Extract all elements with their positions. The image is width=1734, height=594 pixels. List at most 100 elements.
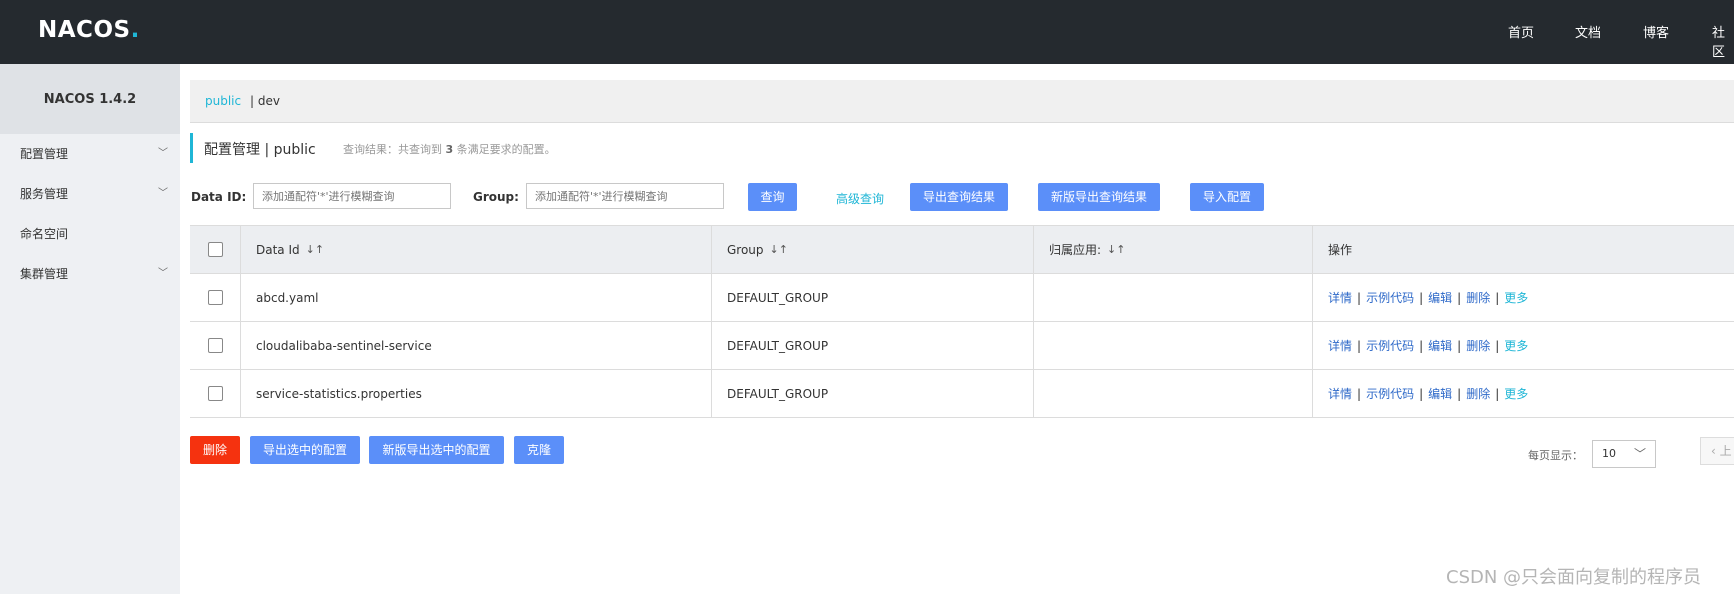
column-header: 归属应用: — [1049, 243, 1102, 257]
page-title-separator: | — [264, 142, 270, 158]
nav-home[interactable]: 首页 — [1508, 22, 1534, 41]
row-select-cell — [190, 274, 240, 321]
table-row: cloudalibaba-sentinel-service DEFAULT_GR… — [190, 322, 1734, 370]
header-select-cell — [190, 226, 240, 273]
more-link[interactable]: 更多 — [1504, 337, 1528, 354]
operations-cell: 详情 | 示例代码 | 编辑 | 删除 | 更多 — [1312, 322, 1734, 369]
operations-cell: 详情 | 示例代码 | 编辑 | 删除 | 更多 — [1312, 274, 1734, 321]
namespace-dev-link[interactable]: | dev — [250, 94, 280, 108]
group-search-input[interactable] — [526, 183, 724, 209]
export-selected-button[interactable]: 导出选中的配置 — [250, 436, 360, 464]
result-count: 3 — [445, 143, 454, 156]
nacos-logo[interactable]: NACOS. — [38, 17, 140, 43]
advanced-query-link[interactable]: 高级查询 — [836, 190, 884, 207]
details-link[interactable]: 详情 — [1328, 337, 1352, 354]
clone-button[interactable]: 克隆 — [514, 436, 564, 464]
header-data-id[interactable]: Data Id ↓↑ — [240, 226, 711, 273]
namespace-public-link[interactable]: public — [205, 94, 241, 108]
sidebar-item-service-management[interactable]: 服务管理 ﹀ — [0, 174, 180, 214]
row-checkbox[interactable] — [207, 386, 223, 401]
prev-page-button[interactable]: ‹ 上 — [1700, 437, 1734, 465]
logo-text-part2: OS — [93, 17, 131, 43]
header-app[interactable]: 归属应用: ↓↑ — [1033, 226, 1312, 273]
data-id-cell: service-statistics.properties — [240, 370, 711, 417]
new-export-selected-button[interactable]: 新版导出选中的配置 — [369, 436, 504, 464]
edit-link[interactable]: 编辑 — [1428, 337, 1452, 354]
row-select-cell — [190, 322, 240, 369]
more-link[interactable]: 更多 — [1504, 289, 1528, 306]
sample-code-link[interactable]: 示例代码 — [1366, 337, 1414, 354]
page-size-value: 10 — [1602, 447, 1616, 460]
column-header: Data Id — [256, 242, 300, 257]
sort-icon[interactable]: ↓↑ — [306, 243, 324, 256]
details-link[interactable]: 详情 — [1328, 385, 1352, 402]
sample-code-link[interactable]: 示例代码 — [1366, 289, 1414, 306]
table-header-row: Data Id ↓↑ Group ↓↑ 归属应用: ↓↑ 操作 — [190, 226, 1734, 274]
sidebar-item-config-management[interactable]: 配置管理 ﹀ — [0, 134, 180, 174]
logo-dot: . — [130, 17, 140, 43]
namespace-separator: | — [250, 94, 255, 108]
row-checkbox[interactable] — [207, 338, 223, 353]
sample-code-link[interactable]: 示例代码 — [1366, 385, 1414, 402]
prev-page-label: 上 — [1719, 444, 1732, 458]
column-header: Group — [727, 242, 764, 257]
app-cell — [1033, 322, 1312, 369]
app-cell — [1033, 274, 1312, 321]
group-cell: DEFAULT_GROUP — [711, 322, 1033, 369]
page-title-text: 配置管理 — [204, 142, 260, 158]
row-checkbox[interactable] — [207, 290, 223, 305]
nav-docs[interactable]: 文档 — [1575, 22, 1601, 41]
group-label: Group: — [473, 190, 519, 204]
page-title-bar: 配置管理 | public 查询结果：共查询到 3 条满足要求的配置。 — [190, 133, 556, 163]
export-query-results-button[interactable]: 导出查询结果 — [910, 183, 1008, 211]
sort-icon[interactable]: ↓↑ — [1107, 243, 1125, 256]
select-all-checkbox[interactable] — [207, 242, 223, 257]
data-id-cell: cloudalibaba-sentinel-service — [240, 322, 711, 369]
sidebar-item-namespace[interactable]: 命名空间 — [0, 214, 180, 254]
group-cell: DEFAULT_GROUP — [711, 370, 1033, 417]
page-size-select[interactable]: 10 ﹀ — [1592, 440, 1656, 468]
app-cell — [1033, 370, 1312, 417]
operations-cell: 详情 | 示例代码 | 编辑 | 删除 | 更多 — [1312, 370, 1734, 417]
more-link[interactable]: 更多 — [1504, 385, 1528, 402]
namespace-bar: public | dev — [190, 80, 1734, 123]
nav-blog[interactable]: 博客 — [1643, 22, 1669, 41]
edit-link[interactable]: 编辑 — [1428, 385, 1452, 402]
result-prefix: 查询结果：共查询到 — [343, 143, 442, 156]
query-button[interactable]: 查询 — [748, 183, 797, 211]
sidebar-item-label: 集群管理 — [20, 267, 69, 281]
data-id-cell: abcd.yaml — [240, 274, 711, 321]
delete-link[interactable]: 删除 — [1466, 289, 1490, 306]
sort-icon[interactable]: ↓↑ — [770, 243, 788, 256]
config-table: Data Id ↓↑ Group ↓↑ 归属应用: ↓↑ 操作 abcd.yaml D… — [190, 225, 1734, 418]
edit-link[interactable]: 编辑 — [1428, 289, 1452, 306]
header-group[interactable]: Group ↓↑ — [711, 226, 1033, 273]
chevron-down-icon: ﹀ — [158, 188, 168, 199]
delete-link[interactable]: 删除 — [1466, 337, 1490, 354]
page-size-label: 每页显示： — [1528, 449, 1583, 462]
table-row: service-statistics.properties DEFAULT_GR… — [190, 370, 1734, 418]
data-id-search-input[interactable] — [253, 183, 451, 209]
sidebar-item-label: 服务管理 — [20, 187, 69, 201]
namespace-dev-label: dev — [257, 94, 280, 108]
csdn-watermark: CSDN @只会面向复制的程序员 — [1446, 567, 1702, 588]
result-suffix: 条满足要求的配置。 — [456, 143, 556, 156]
chevron-left-icon: ‹ — [1711, 444, 1716, 458]
top-header: NACOS. 首页 文档 博客 社区 — [0, 0, 1734, 64]
delete-link[interactable]: 删除 — [1466, 385, 1490, 402]
details-link[interactable]: 详情 — [1328, 289, 1352, 306]
column-header: 操作 — [1328, 243, 1353, 257]
page-title: 配置管理 | public — [204, 139, 316, 159]
nav-community[interactable]: 社区 — [1712, 22, 1734, 60]
sidebar-item-label: 配置管理 — [20, 147, 69, 161]
chevron-down-icon: ﹀ — [158, 268, 168, 279]
sidebar-title: NACOS 1.4.2 — [0, 64, 180, 134]
new-export-query-results-button[interactable]: 新版导出查询结果 — [1038, 183, 1160, 211]
bulk-delete-button[interactable]: 删除 — [190, 436, 240, 464]
sidebar-item-cluster-management[interactable]: 集群管理 ﹀ — [0, 254, 180, 294]
sidebar: NACOS 1.4.2 配置管理 ﹀ 服务管理 ﹀ 命名空间 集群管理 ﹀ — [0, 64, 180, 594]
chevron-down-icon: ﹀ — [1633, 447, 1646, 461]
data-id-label: Data ID: — [191, 190, 247, 204]
query-result-summary: 查询结果：共查询到 3 条满足要求的配置。 — [343, 141, 556, 157]
import-config-button[interactable]: 导入配置 — [1190, 183, 1264, 211]
